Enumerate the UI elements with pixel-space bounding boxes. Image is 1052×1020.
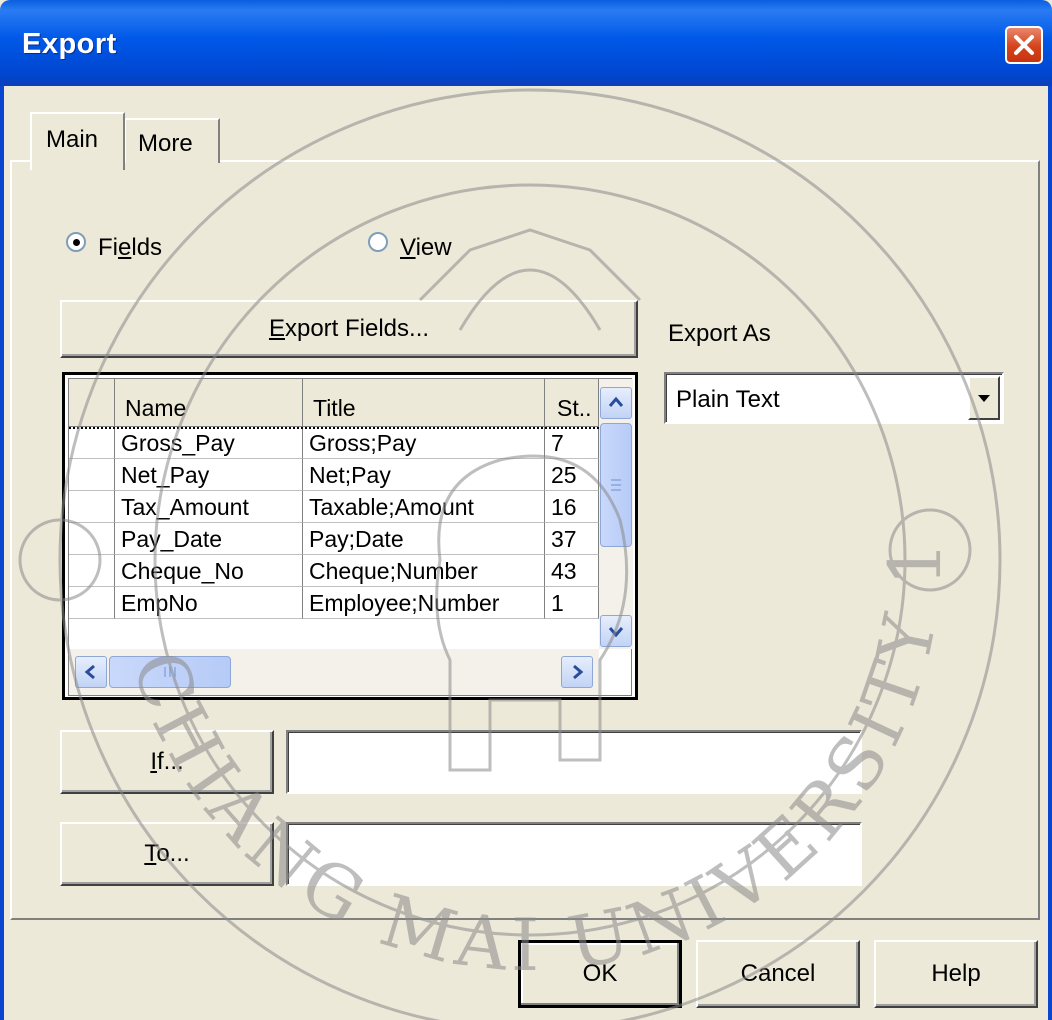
to-button[interactable]: To... xyxy=(60,822,274,886)
column-header-title[interactable]: Title xyxy=(303,379,545,427)
view-radio[interactable] xyxy=(368,232,388,252)
fields-radio-label[interactable]: Fields xyxy=(98,234,162,262)
cell-st[interactable]: 25 xyxy=(545,459,599,491)
ok-button-label: OK xyxy=(582,960,618,987)
cell-st[interactable]: 37 xyxy=(545,523,599,555)
chevron-down-icon xyxy=(978,395,990,402)
horizontal-scrollbar[interactable] xyxy=(69,649,599,695)
help-button[interactable]: Help xyxy=(874,940,1038,1008)
grip-icon xyxy=(164,667,176,677)
cell-st[interactable]: 43 xyxy=(545,555,599,587)
row-selector[interactable] xyxy=(69,459,115,491)
tab-more[interactable]: More xyxy=(124,118,220,163)
if-expression-field[interactable] xyxy=(286,730,862,794)
cell-title[interactable]: Cheque;Number xyxy=(303,555,545,587)
cancel-button-label: Cancel xyxy=(740,960,816,987)
cell-name[interactable]: Tax_Amount xyxy=(115,491,303,523)
window-frame-right xyxy=(1048,86,1052,1020)
cell-title[interactable]: Employee;Number xyxy=(303,587,545,619)
cell-st[interactable]: 7 xyxy=(545,427,599,459)
to-destination-field[interactable] xyxy=(286,822,862,886)
fields-radio[interactable] xyxy=(66,232,86,252)
row-selector[interactable] xyxy=(69,523,115,555)
cell-st[interactable]: 1 xyxy=(545,587,599,619)
export-as-select[interactable]: Plain Text xyxy=(664,372,1004,424)
close-button[interactable] xyxy=(1005,26,1043,64)
view-radio-label[interactable]: View xyxy=(400,234,452,262)
tab-more-label: More xyxy=(138,130,193,157)
scroll-left-button[interactable] xyxy=(75,656,107,688)
row-selector[interactable] xyxy=(69,427,115,459)
arrow-left-icon xyxy=(84,664,95,680)
vertical-scroll-thumb[interactable] xyxy=(600,423,632,547)
title-bar[interactable]: Export xyxy=(0,0,1052,86)
arrow-right-icon xyxy=(573,664,584,680)
cell-name[interactable]: Pay_Date xyxy=(115,523,303,555)
if-button[interactable]: If... xyxy=(60,730,274,794)
scroll-down-button[interactable] xyxy=(600,615,632,647)
arrow-up-icon xyxy=(608,396,624,407)
fields-grid[interactable]: Name Title St.. Gross_Pay Gross;Pay 7 Net_P… xyxy=(62,372,638,700)
export-as-label: Export As xyxy=(668,320,771,347)
column-header-name[interactable]: Name xyxy=(115,379,303,427)
column-header-st[interactable]: St.. xyxy=(545,379,599,427)
grid-header-corner xyxy=(69,379,115,427)
cell-name[interactable]: Cheque_No xyxy=(115,555,303,587)
if-button-label: If... xyxy=(150,748,184,775)
cell-title[interactable]: Taxable;Amount xyxy=(303,491,545,523)
vertical-scrollbar[interactable] xyxy=(599,379,633,649)
close-icon xyxy=(1014,35,1034,55)
cell-title[interactable]: Pay;Date xyxy=(303,523,545,555)
window-title: Export xyxy=(22,28,117,60)
horizontal-scroll-thumb[interactable] xyxy=(109,656,231,688)
cancel-button[interactable]: Cancel xyxy=(696,940,860,1008)
row-selector[interactable] xyxy=(69,555,115,587)
export-fields-label: Export Fields... xyxy=(268,315,430,342)
export-as-selected: Plain Text xyxy=(676,386,780,413)
to-button-label: To... xyxy=(144,840,190,867)
cell-name[interactable]: EmpNo xyxy=(115,587,303,619)
tab-main-label: Main xyxy=(46,126,99,153)
grid-viewport: Name Title St.. Gross_Pay Gross;Pay 7 Net_P… xyxy=(68,378,633,696)
ok-button[interactable]: OK xyxy=(518,940,682,1008)
cell-name[interactable]: Gross_Pay xyxy=(115,427,303,459)
help-button-label: Help xyxy=(931,960,981,987)
cell-title[interactable]: Net;Pay xyxy=(303,459,545,491)
tab-main[interactable]: Main xyxy=(30,112,125,170)
radio-selected-dot xyxy=(73,239,80,246)
cell-st[interactable]: 16 xyxy=(545,491,599,523)
window-frame-left xyxy=(0,86,4,1020)
cell-name[interactable]: Net_Pay xyxy=(115,459,303,491)
grip-icon xyxy=(611,479,621,491)
export-dialog: Export More Main Fields View Export Fiel… xyxy=(0,0,1052,1020)
export-as-dropdown-button[interactable] xyxy=(968,376,1000,420)
export-fields-button[interactable]: Export Fields... xyxy=(60,300,638,358)
cell-title[interactable]: Gross;Pay xyxy=(303,427,545,459)
scroll-up-button[interactable] xyxy=(600,387,632,419)
row-selector[interactable] xyxy=(69,587,115,619)
focus-row-indicator xyxy=(69,427,599,429)
arrow-down-icon xyxy=(608,627,624,638)
scroll-right-button[interactable] xyxy=(561,656,593,688)
row-selector[interactable] xyxy=(69,491,115,523)
